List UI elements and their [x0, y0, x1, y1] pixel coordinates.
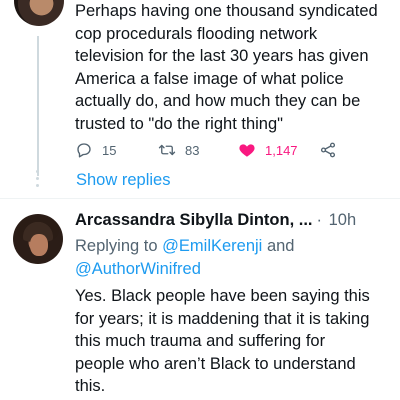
share-button[interactable]: [319, 141, 337, 159]
header-separator: ·: [316, 211, 323, 229]
show-replies-link[interactable]: Show replies: [76, 171, 170, 190]
tweet-actions: 15 83 1,147: [75, 141, 395, 163]
retweet-count: 83: [185, 142, 200, 158]
like-count: 1,147: [265, 142, 298, 158]
reply-text: Yes. Black people have been saying this …: [75, 287, 370, 395]
reply-button[interactable]: 15: [75, 141, 116, 159]
reply-author-name[interactable]: Arcassandra Sibylla Dinton, ...: [75, 211, 313, 229]
author-avatar[interactable]: [14, 0, 64, 26]
reply-header: Arcassandra Sibylla Dinton, ... · 10h: [75, 211, 395, 233]
thread-ellipsis-dots: [36, 170, 40, 192]
thread-line: [37, 36, 39, 176]
and-word: and: [266, 237, 295, 255]
heart-icon: [239, 144, 255, 157]
replying-to-line: Replying to @EmilKerenji and @AuthorWini…: [75, 235, 390, 280]
reply-count: 15: [102, 142, 117, 158]
mention-link[interactable]: @EmilKerenji: [162, 237, 262, 255]
retweet-icon: [158, 144, 176, 156]
like-button[interactable]: 1,147: [238, 141, 298, 159]
replying-prefix: Replying to: [75, 237, 158, 255]
share-icon: [320, 142, 336, 158]
divider: [0, 198, 400, 199]
retweet-button[interactable]: 83: [158, 141, 199, 159]
reply-author-avatar[interactable]: [13, 214, 63, 264]
reply-icon: [77, 143, 91, 158]
reply-timestamp[interactable]: 10h: [329, 211, 357, 229]
tweet-text: Perhaps having one thousand syndicated c…: [75, 2, 378, 133]
mention-link[interactable]: @AuthorWinifred: [75, 260, 201, 278]
